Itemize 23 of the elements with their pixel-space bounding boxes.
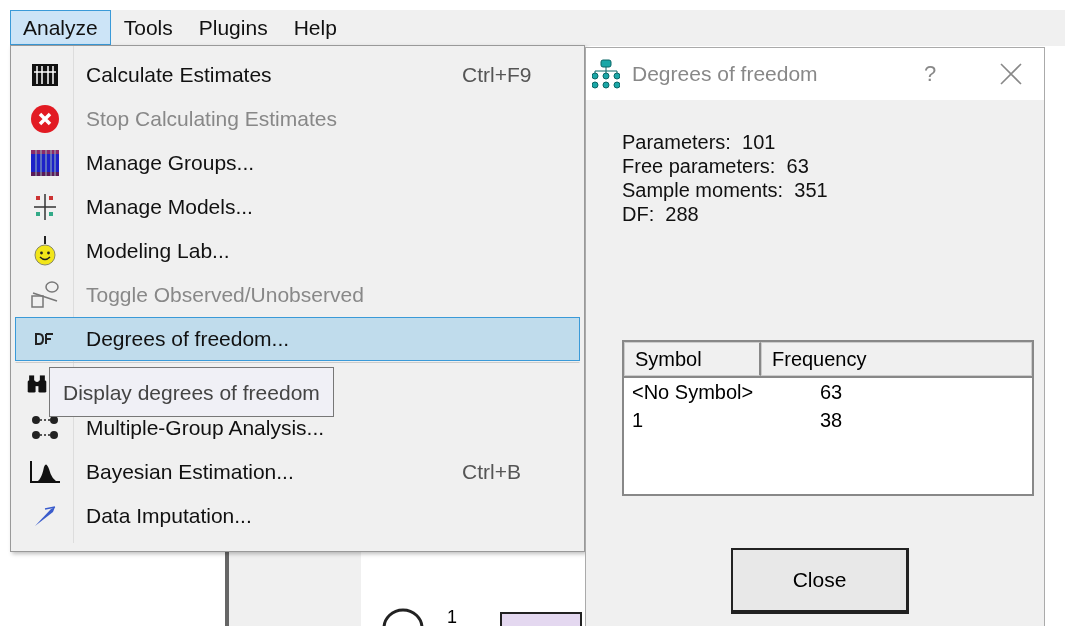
menu-item-label: Data Imputation... xyxy=(86,504,252,528)
path-label: 1 xyxy=(447,608,457,626)
menu-item-label: Bayesian Estimation... xyxy=(86,460,294,484)
stat-text: Free parameters: 63 xyxy=(622,154,810,178)
shortcut-label: Ctrl+F9 xyxy=(462,63,532,87)
menu-item-label: Calculate Estimates xyxy=(86,63,272,87)
stat-text: DF: 288 xyxy=(622,202,700,226)
table-cell-text: <No Symbol> xyxy=(631,380,755,404)
table-cell: 63 xyxy=(820,380,843,404)
table-cell: 38 xyxy=(820,408,843,432)
stat-text: Parameters: 101 xyxy=(622,130,777,154)
shortcut-label: Ctrl+B xyxy=(462,460,521,484)
table-cell-text: 1 xyxy=(631,408,645,432)
menu-item-label: Toggle Observed/Unobserved xyxy=(86,283,364,307)
menu-item-label: Manage Models... xyxy=(86,195,253,219)
menu-item-label: Stop Calculating Estimates xyxy=(86,107,337,131)
menu-item-label: Modeling Lab... xyxy=(86,239,230,263)
menu-item-label: Degrees of freedom... xyxy=(86,327,290,351)
window-title: Degrees of freedom xyxy=(632,62,819,86)
tooltip: Display degrees of freedom xyxy=(49,367,334,417)
menu-item-label: Manage Groups... xyxy=(86,151,255,175)
menu-item-label: Multiple-Group Analysis... xyxy=(86,416,325,440)
stat-text: Sample moments: 351 xyxy=(622,178,828,202)
